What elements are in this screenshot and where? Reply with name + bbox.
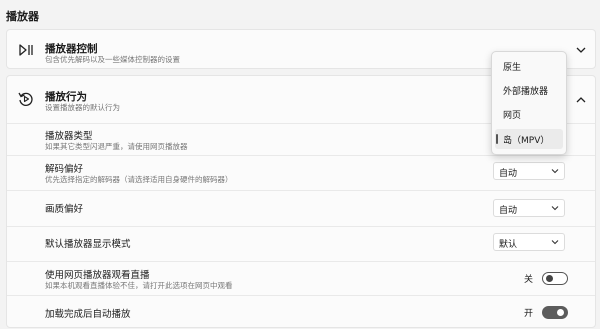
display-mode-value: 默认 [499,240,518,250]
decode-pref-select[interactable]: 自动 [493,162,565,180]
dropdown-option-label: 岛（MPV） [503,136,550,146]
display-mode-label: 默认播放器显示模式 [45,239,131,250]
quality-pref-value: 自动 [499,206,518,216]
decode-pref-row: 解码偏好 优先选择指定的解码器（请选择适用自身硬件的解码器） 自动 [7,155,595,189]
autoplay-toggle[interactable] [542,306,568,319]
display-mode-select[interactable]: 默认 [493,233,565,251]
chevron-down-icon [551,204,559,212]
replay-icon [17,90,35,108]
dropdown-option-web[interactable]: 网页 [495,104,563,124]
chevron-down-icon [551,167,559,175]
play-pause-icon [17,41,35,59]
web-live-state-label: 关 [524,275,534,285]
dropdown-option-mpv[interactable]: 岛（MPV） [495,129,563,149]
autoplay-row: 加载完成后自动播放 开 [7,295,595,329]
player-type-label: 播放器类型 [45,131,93,142]
chevron-up-icon[interactable] [575,94,587,106]
player-type-dropdown: 原生 外部播放器 网页 岛（MPV） [491,51,567,155]
web-live-toggle[interactable] [542,272,568,285]
decode-pref-label: 解码偏好 [45,164,84,175]
autoplay-state-label: 开 [524,309,534,319]
web-live-desc: 如果本机观看直播体验不佳，请打开此选项在网页中观看 [45,281,233,290]
decode-pref-desc: 优先选择指定的解码器（请选择适用自身硬件的解码器） [45,175,233,184]
section-title: 播放器 [6,10,39,23]
dropdown-option-label: 原生 [503,63,522,73]
quality-pref-select[interactable]: 自动 [493,199,565,217]
chevron-down-icon[interactable] [575,44,587,56]
player-type-desc: 如果其它类型闪退严重，请使用网页播放器 [45,142,188,151]
dropdown-option-label: 网页 [503,111,522,121]
toggle-knob [557,309,564,316]
decode-pref-value: 自动 [499,169,518,179]
selection-indicator [496,134,498,144]
display-mode-row: 默认播放器显示模式 默认 [7,226,595,260]
toggle-knob [546,275,553,282]
autoplay-label: 加载完成后自动播放 [45,309,131,320]
web-live-row: 使用网页播放器观看直播 如果本机观看直播体验不佳，请打开此选项在网页中观看 关 [7,261,595,295]
quality-pref-label: 画质偏好 [45,204,84,215]
chevron-down-icon [551,238,559,246]
dropdown-option-label: 外部播放器 [503,87,549,97]
player-control-desc: 包含优先解码以及一些媒体控制器的设置 [45,55,180,64]
dropdown-option-external[interactable]: 外部播放器 [495,80,563,100]
web-live-label: 使用网页播放器观看直播 [45,270,150,281]
quality-pref-row: 画质偏好 自动 [7,190,595,225]
player-behavior-desc: 设置播放器的默认行为 [45,103,120,112]
dropdown-option-native[interactable]: 原生 [495,56,563,76]
